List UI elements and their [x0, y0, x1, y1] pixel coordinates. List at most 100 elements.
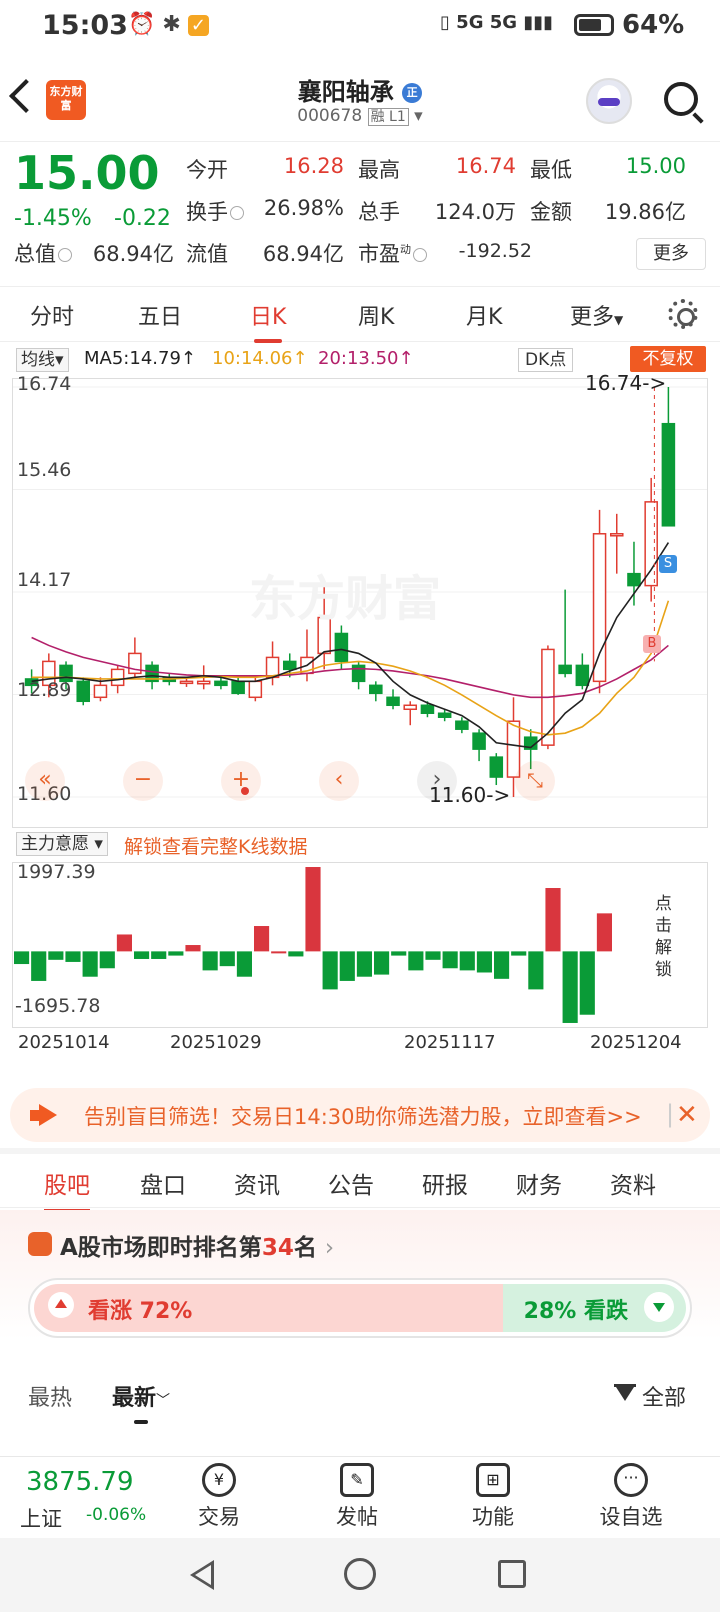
rewind-control[interactable]: « [25, 761, 65, 801]
system-recents-icon[interactable] [498, 1560, 526, 1588]
sub-axis-min: -1695.78 [15, 995, 101, 1017]
more-button[interactable]: 更多 [636, 238, 706, 270]
filter-icon[interactable] [614, 1384, 636, 1406]
banner-text[interactable]: 告别盲目筛选！交易日14:30助你筛选潜力股，立即查看>> [84, 1101, 642, 1131]
info-icon[interactable] [230, 206, 244, 220]
system-back-icon[interactable] [190, 1560, 214, 1590]
assistant-robot-icon[interactable] [586, 78, 632, 124]
unlock-link[interactable]: 解锁查看完整K线数据 [124, 832, 307, 859]
system-home-icon[interactable] [344, 1558, 376, 1590]
tab-monthly-k[interactable]: 月K [466, 299, 502, 331]
main-force-bar [31, 951, 47, 981]
bullish-text: 看涨 72% [88, 1299, 193, 1324]
prev-control[interactable]: ‹ [319, 761, 359, 801]
axis-label: 12.89 [17, 679, 72, 701]
main-force-bar [425, 951, 441, 960]
next-control[interactable]: › [417, 761, 457, 801]
buy-marker[interactable]: B [643, 635, 661, 653]
tab-research[interactable]: 研报 [422, 1166, 468, 1200]
verified-badge-icon: 正 [402, 83, 423, 103]
candle-body [455, 720, 469, 730]
sub-indicator-select[interactable]: 主力意愿 ▾ [16, 832, 108, 856]
amount-value: 19.86亿 [604, 200, 686, 224]
dropdown-icon: ▼ [614, 313, 624, 327]
turnover-value: 26.98% [263, 196, 344, 220]
fullscreen-control[interactable]: ⤡ [515, 761, 555, 801]
tab-finance[interactable]: 财务 [516, 1166, 562, 1200]
main-force-bar [168, 951, 184, 956]
status-bar: 15:03 ⏰ ✱ ✓ ▯ 5G 5G ▮▮▮ 64% [0, 0, 720, 56]
ma5-value: MA5:14.79↑ [84, 348, 196, 369]
current-price: 15.00 [14, 146, 160, 200]
nav-features[interactable]: ⊞ 功能 [448, 1463, 538, 1531]
promo-banner[interactable]: 告别盲目筛选！交易日14:30助你筛选潜力股，立即查看>> | ✕ [10, 1088, 710, 1142]
kline-chart[interactable]: 16.74 15.46 14.17 12.89 11.60 东方财富 16.74… [12, 371, 708, 828]
search-icon[interactable] [664, 82, 698, 116]
main-force-bar [14, 951, 30, 965]
ma10-value: 10:14.06↑ [212, 348, 308, 369]
main-force-bar [374, 951, 390, 975]
sort-newest[interactable]: 最新﹀ [112, 1380, 171, 1424]
low-value: 15.00 [625, 154, 686, 178]
dk-point-toggle[interactable]: DK点 [518, 348, 574, 372]
candle-body [420, 704, 435, 714]
sort-hot[interactable]: 最热 [28, 1380, 72, 1412]
main-force-bar [202, 951, 218, 971]
ranking-card: A股市场即时排名第34名 › 看涨 72% 28% 看跌 [0, 1210, 720, 1340]
candle-body [558, 664, 572, 675]
candle-body [661, 422, 676, 527]
ranking-title[interactable]: A股市场即时排名第34名 › [60, 1228, 334, 1262]
main-force-bar [99, 951, 115, 969]
nav-post-label: 发帖 [336, 1505, 378, 1529]
tab-more[interactable]: 更多▼ [570, 299, 623, 331]
zoom-out-control[interactable]: − [123, 761, 163, 801]
tab-news[interactable]: 资讯 [234, 1166, 280, 1200]
low-label: 最低 [530, 158, 572, 182]
unlock-side-panel[interactable]: 点击解锁 [623, 863, 707, 1027]
index-name: 上证 [20, 1507, 62, 1531]
zoom-in-control[interactable]: + [221, 761, 261, 801]
main-force-bar [271, 951, 287, 954]
battery-percent: 64% [622, 10, 685, 40]
main-force-bar [82, 951, 98, 977]
high-value: 16.74 [455, 154, 516, 178]
tab-pankou[interactable]: 盘口 [140, 1166, 186, 1200]
system-nav-bar [0, 1538, 720, 1612]
main-force-bar [408, 951, 424, 971]
nav-post[interactable]: ✎ 发帖 [312, 1463, 402, 1531]
tab-announcements[interactable]: 公告 [328, 1166, 374, 1200]
tab-intraday[interactable]: 分时 [30, 299, 74, 331]
down-arrow-icon[interactable] [644, 1292, 674, 1322]
tab-profile[interactable]: 资料 [610, 1166, 656, 1200]
close-icon[interactable]: ✕ [676, 1100, 698, 1130]
filter-all[interactable]: 全部 [642, 1380, 686, 1412]
main-force-bar [391, 951, 407, 956]
main-force-bar [562, 951, 578, 1023]
adjust-toggle[interactable]: 不复权 [630, 346, 706, 372]
nav-add-watchlist[interactable]: ··· 设自选 [586, 1463, 676, 1531]
main-force-chart[interactable]: 1997.39 -1695.78 点击解锁 [12, 861, 708, 1028]
main-force-bar [322, 951, 338, 990]
candle-body [282, 660, 297, 671]
watermark: 东方财富 [249, 571, 442, 627]
indicator-select[interactable]: 均线▾ [16, 348, 69, 372]
high-marker: 16.74-> [585, 371, 667, 395]
nav-trade[interactable]: ¥ 交易 [174, 1463, 264, 1531]
app-header: 东方财富 襄阳轴承 正 000678 融 L1 ▾ [0, 62, 720, 142]
axis-label: 14.17 [17, 569, 72, 591]
settings-gear-icon[interactable] [668, 299, 698, 329]
total-cap-value: 68.94亿 [92, 242, 174, 266]
sell-marker[interactable]: S [659, 555, 677, 573]
tab-daily-k[interactable]: 日K [250, 299, 286, 343]
open-label: 今开 [186, 158, 228, 182]
tab-weekly-k[interactable]: 周K [358, 299, 394, 331]
main-force-bar [339, 951, 355, 981]
chevron-down-icon: ﹀ [156, 1393, 171, 1409]
info-icon[interactable] [413, 248, 427, 262]
float-cap-label: 流值 [186, 242, 228, 266]
tab-five-day[interactable]: 五日 [138, 299, 182, 331]
grid-icon: ⊞ [476, 1463, 510, 1497]
info-icon[interactable] [58, 248, 72, 262]
up-arrow-icon[interactable] [48, 1292, 74, 1318]
tab-guba[interactable]: 股吧 [44, 1166, 90, 1212]
